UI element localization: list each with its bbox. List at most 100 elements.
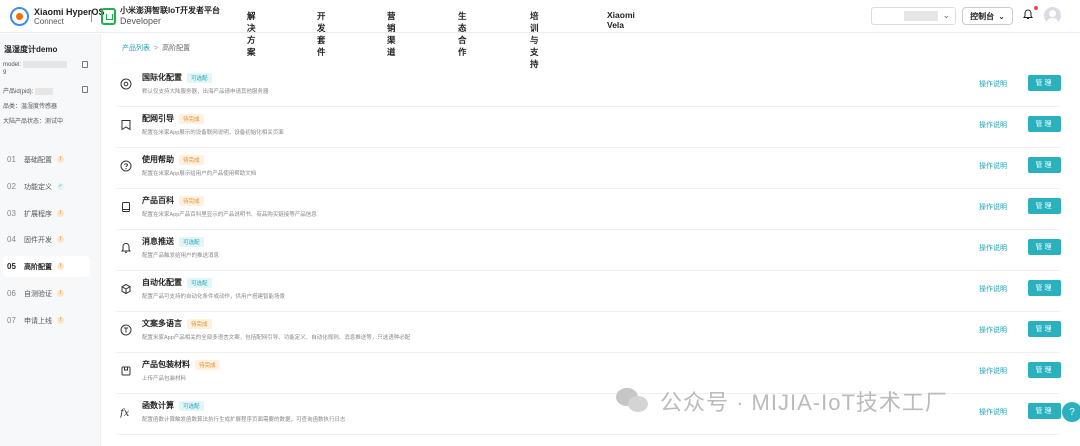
- top-navigation-bar: Xiaomi HyperOS Connect 小米澎湃智联IoT开发者平台 De…: [0, 0, 1080, 69]
- row-title: 产品百科: [142, 196, 174, 205]
- manage-button[interactable]: 管理: [1028, 75, 1061, 91]
- row-title: 国际化配置: [142, 73, 182, 82]
- model-label: model:: [3, 62, 22, 69]
- manage-button[interactable]: 管理: [1028, 403, 1061, 419]
- package-icon: [121, 366, 131, 376]
- config-row-message-push: 消息推送 可选配 配置产品触发给用户的推送消息 操作说明 管理: [116, 230, 1061, 271]
- step-apply-launch[interactable]: 07 申请上线 !: [3, 310, 90, 331]
- warning-icon: !: [57, 156, 64, 163]
- pending-tag: 待完成: [179, 154, 204, 165]
- step-extension-program[interactable]: 03 扩展程序 !: [3, 203, 90, 224]
- copy-icon[interactable]: [82, 61, 88, 68]
- manage-button[interactable]: 管理: [1028, 198, 1061, 214]
- nav-solutions[interactable]: 解决方案: [247, 10, 256, 58]
- operation-guide-link[interactable]: 操作说明: [979, 325, 1007, 335]
- manage-button[interactable]: 管理: [1028, 362, 1061, 378]
- notification-bell-icon[interactable]: [1023, 9, 1033, 20]
- pid-label: 产品id(pid):: [3, 89, 34, 95]
- step-self-test[interactable]: 06 自测验证 !: [3, 283, 90, 304]
- pending-tag: 待完成: [195, 359, 220, 370]
- manage-button[interactable]: 管理: [1028, 116, 1061, 132]
- step-firmware-development[interactable]: 04 固件开发 !: [3, 229, 90, 250]
- step-function-definition[interactable]: 02 功能定义 ✓: [3, 176, 90, 197]
- wechat-icon: [616, 388, 650, 414]
- step-label: 基础配置: [24, 156, 52, 164]
- row-title: 文案多语言: [142, 319, 182, 328]
- hyperos-logo-icon: [10, 7, 29, 26]
- step-label: 固件开发: [24, 236, 52, 244]
- help-chat-button[interactable]: ?: [1062, 402, 1080, 422]
- step-advanced-config[interactable]: 05 高阶配置 !: [3, 256, 90, 277]
- step-number: 06: [7, 289, 16, 298]
- step-label: 扩展程序: [24, 210, 52, 218]
- translate-icon: [120, 324, 132, 336]
- pending-tag: 待完成: [187, 318, 212, 329]
- user-avatar[interactable]: [1044, 7, 1061, 24]
- manage-button[interactable]: 管理: [1028, 157, 1061, 173]
- mi-home-logo-icon: [101, 7, 116, 25]
- network-guide-icon: [121, 120, 131, 131]
- manage-button[interactable]: 管理: [1028, 280, 1061, 296]
- model-suffix: 9: [3, 70, 7, 76]
- breadcrumb-product-list[interactable]: 产品列表: [122, 45, 150, 52]
- step-basic-config[interactable]: 01 基础配置 !: [3, 149, 90, 170]
- operation-guide-link[interactable]: 操作说明: [979, 366, 1007, 376]
- manage-button[interactable]: 管理: [1028, 239, 1061, 255]
- operation-guide-link[interactable]: 操作说明: [979, 202, 1007, 212]
- optional-tag: 可选配: [187, 277, 212, 288]
- product-title: 温湿度计demo: [4, 45, 58, 54]
- status-text: 大陆产品状态：测试中: [3, 119, 64, 125]
- globe-icon: [120, 78, 132, 90]
- chevron-down-icon: ⌄: [942, 10, 950, 20]
- row-description: 默认仅支持大陆服务器，出海产品请申请其他服务器: [142, 89, 269, 95]
- wechat-watermark: 公众号 · MIJIA-IoT技术工厂: [616, 385, 948, 417]
- row-description: 配置在米家App展示的设备联网说明，设备初始化相关页面: [142, 130, 284, 136]
- warning-icon: !: [57, 317, 64, 324]
- step-label: 高阶配置: [24, 263, 52, 271]
- breadcrumb-current: 高阶配置: [162, 45, 191, 52]
- operation-guide-link[interactable]: 操作说明: [979, 161, 1007, 171]
- step-number: 02: [7, 182, 16, 191]
- step-number: 03: [7, 209, 16, 218]
- breadcrumb: 产品列表 > 高阶配置: [122, 43, 190, 53]
- row-description: 上传产品包装材料: [142, 376, 187, 382]
- row-title: 配网引导: [142, 114, 174, 123]
- optional-tag: 可选配: [179, 400, 204, 411]
- nav-marketing-channels[interactable]: 营销渠道: [387, 10, 396, 58]
- operation-guide-link[interactable]: 操作说明: [979, 407, 1007, 417]
- nav-training-support[interactable]: 培训与支持: [530, 10, 539, 70]
- config-row-multilingual: 文案多语言 待完成 配置米家App产品相关的全部多语言文案，包括配网引导、功能定义…: [116, 312, 1061, 353]
- brand2-line2: Developer: [120, 16, 162, 26]
- category-text: 品类：温湿度传感器: [3, 104, 58, 110]
- row-title: 产品包装材料: [142, 360, 190, 369]
- row-title: 自动化配置: [142, 278, 182, 287]
- step-number: 04: [7, 235, 16, 244]
- check-icon: ✓: [57, 183, 64, 190]
- step-number: 05: [7, 262, 16, 271]
- watermark-text: 公众号 · MIJIA-IoT技术工厂: [660, 390, 948, 415]
- brand1-line2: Connect: [34, 16, 64, 26]
- redacted-pid: [35, 87, 54, 95]
- console-button[interactable]: 控制台 ⌄: [962, 7, 1013, 25]
- console-label: 控制台: [970, 11, 995, 21]
- optional-tag: 可选配: [187, 72, 212, 83]
- step-label: 自测验证: [24, 290, 52, 298]
- nav-dev-kits[interactable]: 开发套件: [317, 10, 326, 58]
- operation-guide-link[interactable]: 操作说明: [979, 79, 1007, 89]
- row-title: 使用帮助: [142, 155, 174, 164]
- step-label: 申请上线: [24, 317, 52, 325]
- operation-guide-link[interactable]: 操作说明: [979, 284, 1007, 294]
- operation-guide-link[interactable]: 操作说明: [979, 120, 1007, 130]
- nav-ecosystem[interactable]: 生态合作: [458, 10, 467, 58]
- copy-icon[interactable]: [82, 86, 88, 93]
- config-row-automation: 自动化配置 可选配 配置产品可支持的自动化条件或动作，供用户搭建智能场景 操作说明…: [116, 271, 1061, 312]
- iot-developer-logo[interactable]: 小米澎湃智联IoT开发者平台 Developer: [101, 6, 220, 26]
- help-circle-icon: [120, 160, 132, 172]
- operation-guide-link[interactable]: 操作说明: [979, 243, 1007, 253]
- warning-icon: !: [57, 236, 64, 243]
- account-select[interactable]: ⌄: [871, 7, 956, 25]
- pending-tag: 待完成: [179, 113, 204, 124]
- book-icon: [122, 202, 130, 212]
- manage-button[interactable]: 管理: [1028, 321, 1061, 337]
- nav-xiaomi-vela[interactable]: Xiaomi Vela: [607, 10, 635, 30]
